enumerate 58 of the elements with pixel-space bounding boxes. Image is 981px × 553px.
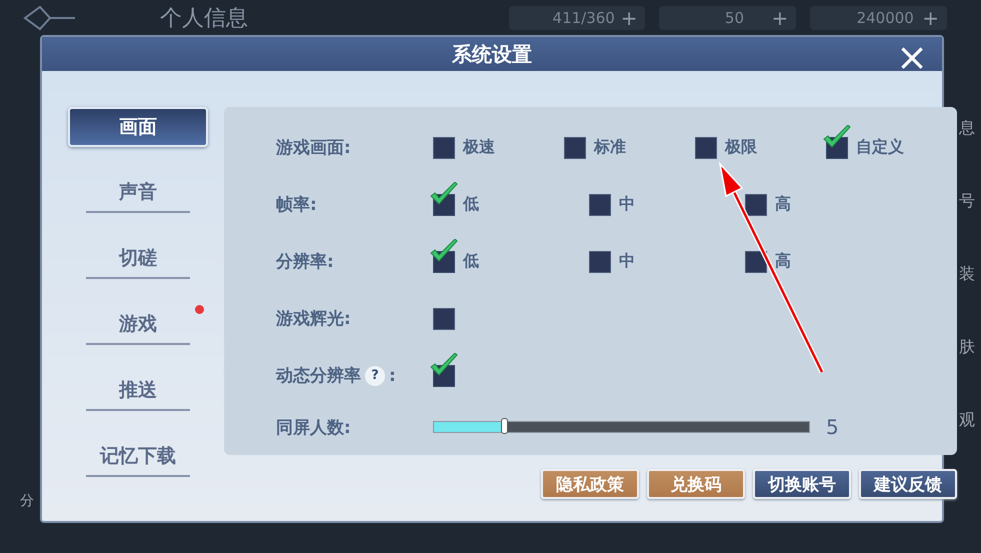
checkmark-icon bbox=[822, 124, 852, 150]
option-label: 高 bbox=[775, 251, 791, 272]
slider-value: 5 bbox=[826, 415, 839, 439]
side-menu-label[interactable]: 号 bbox=[959, 191, 975, 212]
option-label: 低 bbox=[463, 251, 479, 272]
side-menu-label[interactable]: 息 bbox=[959, 118, 975, 139]
help-button[interactable]: ? bbox=[365, 366, 385, 386]
option-label: 中 bbox=[619, 251, 635, 272]
checkbox[interactable] bbox=[745, 194, 767, 216]
sidebar-tab[interactable]: 切磋 bbox=[86, 239, 190, 279]
setting-label: 动态分辨率 bbox=[276, 365, 361, 387]
checkbox[interactable] bbox=[589, 250, 611, 272]
resource-counter: 50 + bbox=[659, 6, 796, 30]
checkbox[interactable] bbox=[433, 308, 455, 330]
checkmark-icon bbox=[429, 238, 459, 264]
option-label: 标准 bbox=[594, 137, 626, 158]
sidebar-tab[interactable]: 游戏 bbox=[86, 305, 190, 345]
add-button[interactable]: + bbox=[920, 6, 941, 30]
option-label: 极速 bbox=[463, 137, 495, 158]
sidebar-tab[interactable]: 推送 bbox=[86, 371, 190, 411]
action-button[interactable]: 兑换码 bbox=[647, 469, 745, 499]
checkbox[interactable] bbox=[433, 136, 455, 158]
action-button[interactable]: 隐私政策 bbox=[541, 469, 639, 499]
action-button[interactable]: 切换账号 bbox=[753, 469, 851, 499]
add-button[interactable]: + bbox=[769, 6, 790, 30]
sidebar-tab[interactable]: 记忆下载 bbox=[86, 437, 190, 477]
checkbox[interactable] bbox=[589, 194, 611, 216]
setting-label: 游戏画面: bbox=[276, 137, 351, 159]
resource-counter: 411/360 + bbox=[508, 6, 646, 30]
side-menu-label[interactable]: 装 bbox=[959, 264, 975, 285]
slider-thumb[interactable] bbox=[501, 418, 508, 434]
option-label: 极限 bbox=[725, 137, 757, 158]
corner-label[interactable]: 分 bbox=[20, 492, 34, 510]
setting-label: 游戏辉光: bbox=[276, 308, 351, 330]
slider[interactable] bbox=[433, 421, 810, 433]
action-button[interactable]: 建议反馈 bbox=[859, 469, 957, 499]
close-button[interactable]: × bbox=[892, 37, 932, 77]
option-label: 中 bbox=[619, 194, 635, 215]
option-label: 低 bbox=[463, 194, 479, 215]
setting-label: 分辨率: bbox=[276, 251, 334, 273]
side-menu-label[interactable]: 观 bbox=[959, 410, 975, 431]
label-colon: : bbox=[389, 366, 396, 386]
option-label: 自定义 bbox=[856, 137, 904, 158]
option-label: 高 bbox=[775, 194, 791, 215]
page-title: 个人信息 bbox=[160, 5, 248, 33]
checkmark-icon bbox=[429, 352, 459, 378]
sidebar-tab[interactable]: 画面 bbox=[68, 107, 208, 147]
setting-label: 同屏人数: bbox=[276, 416, 351, 438]
checkbox[interactable] bbox=[695, 136, 717, 158]
checkmark-icon bbox=[429, 182, 459, 208]
sidebar-tab[interactable]: 声音 bbox=[86, 173, 190, 213]
side-menu-label[interactable]: 肤 bbox=[959, 337, 975, 358]
resource-counter: 240000 + bbox=[810, 6, 947, 30]
add-button[interactable]: + bbox=[618, 6, 640, 30]
dialog-title: 系统设置 bbox=[452, 40, 532, 68]
checkbox[interactable] bbox=[564, 136, 586, 158]
checkbox[interactable] bbox=[745, 250, 767, 272]
setting-label: 帧率: bbox=[276, 194, 317, 216]
